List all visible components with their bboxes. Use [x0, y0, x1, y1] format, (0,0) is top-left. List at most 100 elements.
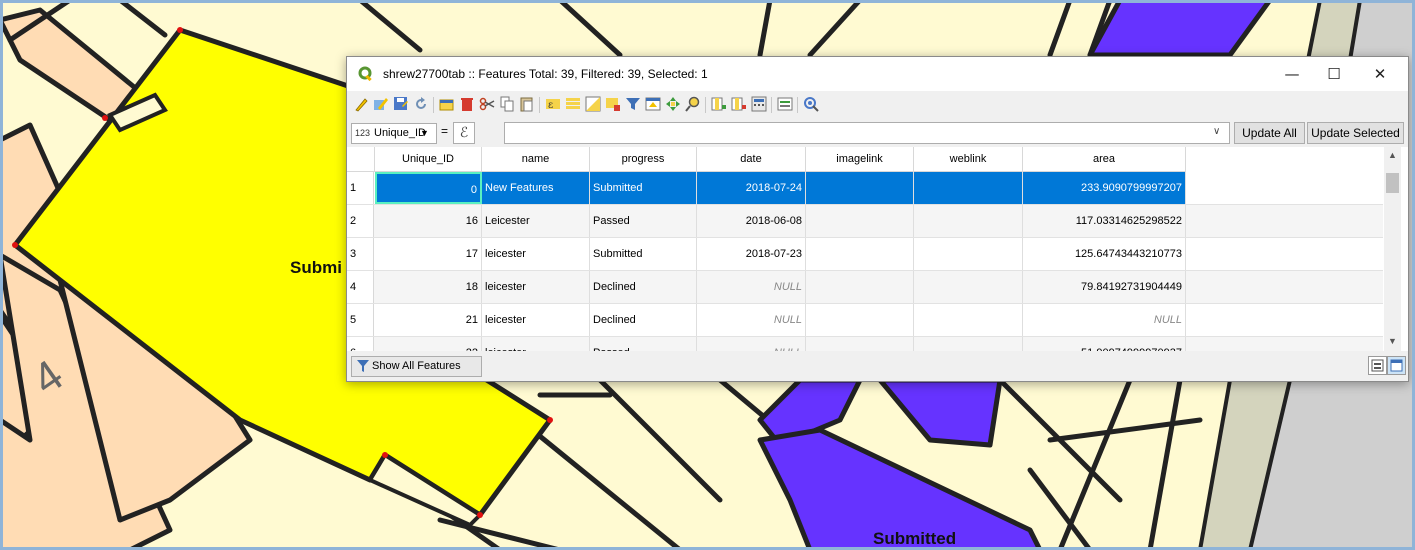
close-button[interactable]: ✕ — [1359, 57, 1401, 91]
cell-imagelink[interactable] — [806, 238, 914, 270]
cell-unique-id[interactable]: 0 — [375, 172, 482, 204]
table-row[interactable]: 1 0 New Features Submitted 2018-07-24 23… — [347, 172, 1383, 205]
add-feature-icon[interactable] — [439, 96, 455, 112]
copy-icon[interactable] — [499, 96, 515, 112]
cell-area[interactable]: 233.9090799997207 — [1023, 172, 1186, 204]
cell-unique-id[interactable]: 16 — [375, 205, 482, 237]
row-number[interactable]: 6 — [347, 337, 374, 351]
paste-icon[interactable] — [519, 96, 535, 112]
title-bar[interactable]: shrew27700tab :: Features Total: 39, Fil… — [347, 57, 1408, 91]
move-selection-top-icon[interactable] — [645, 96, 661, 112]
update-selected-button[interactable]: Update Selected — [1307, 122, 1404, 144]
scroll-up-icon[interactable]: ▲ — [1384, 147, 1401, 164]
show-all-features-button[interactable]: Show All Features — [351, 356, 482, 377]
cell-unique-id[interactable]: 17 — [375, 238, 482, 270]
cell-unique-id[interactable]: 21 — [375, 304, 482, 336]
new-field-icon[interactable] — [711, 96, 727, 112]
row-number[interactable]: 1 — [347, 172, 374, 204]
cell-area[interactable]: 79.84192731904449 — [1023, 271, 1186, 303]
cell-name[interactable]: leicester — [482, 271, 590, 303]
actions-icon[interactable] — [803, 96, 819, 112]
row-number[interactable]: 2 — [347, 205, 374, 237]
scroll-down-icon[interactable]: ▼ — [1384, 333, 1401, 350]
cell-imagelink[interactable] — [806, 304, 914, 336]
table-view-icon[interactable] — [1387, 356, 1406, 375]
field-calculator-icon[interactable] — [751, 96, 767, 112]
table-row[interactable]: 5 21 leicester Declined NULL NULL — [347, 304, 1383, 337]
cell-area[interactable]: 117.03314625298522 — [1023, 205, 1186, 237]
scrollbar-thumb[interactable] — [1386, 173, 1399, 193]
row-number[interactable]: 4 — [347, 271, 374, 303]
table-row[interactable]: 6 22 leicester Passed NULL 51.9097499997… — [347, 337, 1383, 351]
zoom-to-selection-icon[interactable] — [685, 96, 701, 112]
cell-imagelink[interactable] — [806, 271, 914, 303]
cell-date[interactable]: 2018-07-23 — [697, 238, 806, 270]
column-header-area[interactable]: area — [1023, 147, 1186, 172]
multi-edit-icon[interactable] — [373, 96, 389, 112]
row-header-corner[interactable] — [347, 147, 375, 172]
table-row[interactable]: 3 17 leicester Submitted 2018-07-23 125.… — [347, 238, 1383, 271]
save-edits-icon[interactable] — [393, 96, 409, 112]
expression-builder-button[interactable]: ℰ — [453, 122, 475, 144]
cell-progress[interactable]: Passed — [590, 205, 697, 237]
cell-imagelink[interactable] — [806, 172, 914, 204]
cell-weblink[interactable] — [914, 337, 1023, 351]
form-view-icon[interactable] — [1368, 356, 1387, 375]
cell-name[interactable]: New Features — [482, 172, 590, 204]
select-all-icon[interactable] — [565, 96, 581, 112]
cell-name[interactable]: Leicester — [482, 205, 590, 237]
cell-unique-id[interactable]: 22 — [375, 337, 482, 351]
cell-name[interactable]: leicester — [482, 337, 590, 351]
filter-selected-icon[interactable] — [625, 96, 641, 112]
cell-date[interactable]: NULL — [697, 337, 806, 351]
cell-imagelink[interactable] — [806, 205, 914, 237]
row-number[interactable]: 3 — [347, 238, 374, 270]
deselect-icon[interactable] — [605, 96, 621, 112]
invert-selection-icon[interactable] — [585, 96, 601, 112]
column-header-progress[interactable]: progress — [590, 147, 697, 172]
minimize-button[interactable]: — — [1271, 57, 1313, 91]
cell-weblink[interactable] — [914, 238, 1023, 270]
row-number[interactable]: 5 — [347, 304, 374, 336]
toggle-edit-icon[interactable] — [353, 96, 369, 112]
column-header-imagelink[interactable]: imagelink — [806, 147, 914, 172]
cell-progress[interactable]: Declined — [590, 271, 697, 303]
field-selector[interactable]: 123 Unique_ID ▼ — [351, 123, 437, 144]
reload-icon[interactable] — [413, 96, 429, 112]
pan-to-selection-icon[interactable] — [665, 96, 681, 112]
expression-history-chevron-icon[interactable]: ∨ — [1213, 122, 1220, 142]
cell-date[interactable]: NULL — [697, 304, 806, 336]
maximize-button[interactable]: ☐ — [1313, 57, 1355, 91]
select-expression-icon[interactable]: ε — [545, 96, 561, 112]
cell-date[interactable]: NULL — [697, 271, 806, 303]
cell-weblink[interactable] — [914, 205, 1023, 237]
attribute-table-window[interactable]: shrew27700tab :: Features Total: 39, Fil… — [346, 56, 1409, 382]
cell-date[interactable]: 2018-06-08 — [697, 205, 806, 237]
attribute-table[interactable]: Unique_ID name progress date imagelink w… — [347, 147, 1408, 351]
cell-unique-id[interactable]: 18 — [375, 271, 482, 303]
column-header-weblink[interactable]: weblink — [914, 147, 1023, 172]
cell-name[interactable]: leicester — [482, 304, 590, 336]
cell-area[interactable]: NULL — [1023, 304, 1186, 336]
cell-weblink[interactable] — [914, 172, 1023, 204]
table-row[interactable]: 2 16 Leicester Passed 2018-06-08 117.033… — [347, 205, 1383, 238]
cell-progress[interactable]: Passed — [590, 337, 697, 351]
update-all-button[interactable]: Update All — [1234, 122, 1305, 144]
table-row[interactable]: 4 18 leicester Declined NULL 79.84192731… — [347, 271, 1383, 304]
delete-feature-icon[interactable] — [459, 96, 475, 112]
cell-name[interactable]: leicester — [482, 238, 590, 270]
column-header-date[interactable]: date — [697, 147, 806, 172]
cell-weblink[interactable] — [914, 304, 1023, 336]
vertical-scrollbar[interactable]: ▲ ▼ — [1384, 147, 1401, 351]
conditional-format-icon[interactable] — [777, 96, 793, 112]
cell-area[interactable]: 125.64743443210773 — [1023, 238, 1186, 270]
cell-progress[interactable]: Submitted — [590, 238, 697, 270]
cell-weblink[interactable] — [914, 271, 1023, 303]
expression-input[interactable] — [504, 122, 1230, 144]
cell-date[interactable]: 2018-07-24 — [697, 172, 806, 204]
column-header-name[interactable]: name — [482, 147, 590, 172]
cell-area[interactable]: 51.90974999970937 — [1023, 337, 1186, 351]
column-header-unique-id[interactable]: Unique_ID — [375, 147, 482, 172]
cut-icon[interactable] — [479, 96, 495, 112]
cell-imagelink[interactable] — [806, 337, 914, 351]
